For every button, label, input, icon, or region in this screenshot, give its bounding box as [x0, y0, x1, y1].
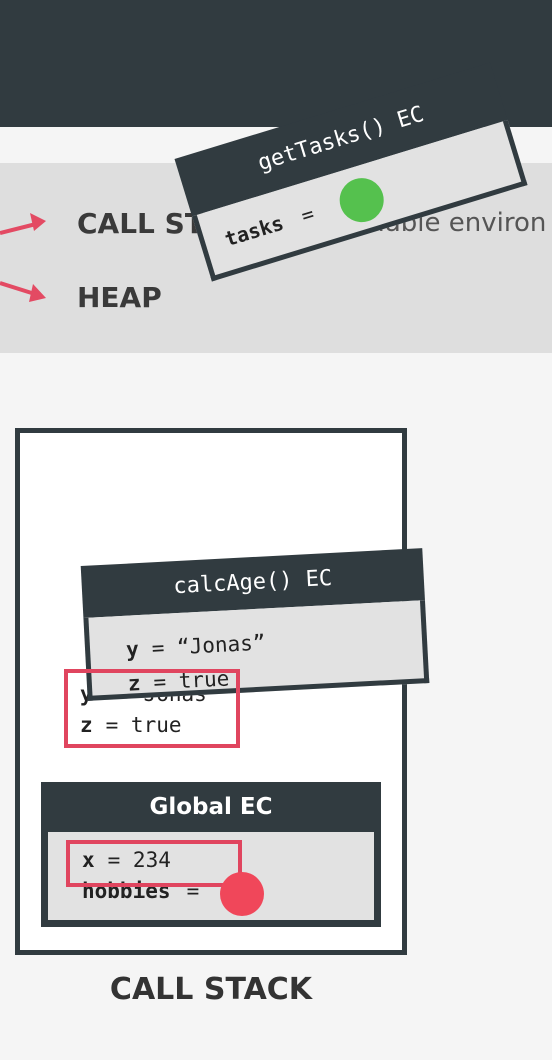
call-stack-caption: CALL STACK [109, 972, 313, 1007]
global-ec-header: Global EC [41, 782, 381, 832]
tasks-value-dot-icon [334, 172, 390, 228]
global-ec-title: Global EC [149, 794, 273, 820]
tasks-equals: = [298, 201, 317, 228]
arrow-to-heap-icon [0, 281, 46, 302]
arrow-to-call-stack-icon [0, 213, 46, 235]
copied-vars-highlight [64, 669, 240, 748]
calc-age-y-value: = “Jonas” [138, 630, 267, 662]
call-stack-label: CALL ST [77, 207, 204, 240]
calc-age-y-var: y [125, 637, 140, 662]
x-var-highlight [66, 840, 242, 887]
calc-age-ec-title: calcAge() EC [172, 565, 333, 600]
tasks-var: tasks [221, 210, 287, 252]
heap-label: HEAP [77, 281, 162, 314]
hobbies-value-dot-icon [220, 872, 264, 916]
